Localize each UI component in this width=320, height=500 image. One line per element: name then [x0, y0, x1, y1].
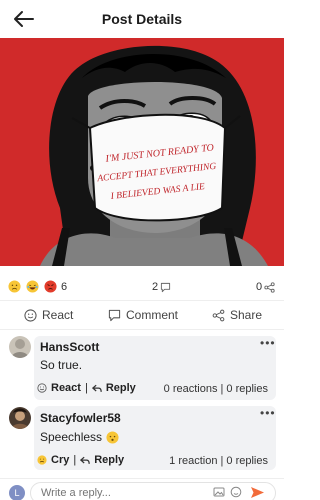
smiley-icon	[37, 383, 47, 393]
comment-bubble-icon	[161, 282, 171, 292]
shares-count-value: 0	[256, 281, 263, 293]
share-nodes-icon	[264, 281, 275, 293]
angry-emoji-icon	[44, 280, 57, 293]
comment-author[interactable]: Stacyfowler58	[40, 411, 121, 425]
comment-icon	[108, 309, 121, 321]
comment-reply-button[interactable]: Reply	[106, 382, 136, 394]
comment-author[interactable]: HansScott	[40, 340, 99, 354]
comment-label: Comment	[126, 308, 179, 322]
send-icon[interactable]	[250, 486, 265, 499]
header: Post Details	[0, 0, 284, 38]
reply-bar: L	[0, 478, 284, 500]
comment-text: Speechless	[40, 430, 103, 444]
comment-stats[interactable]: 0 reactions | 0 replies	[164, 383, 268, 395]
comment-card: HansScott So true. ••• React | Reply 0 r…	[34, 336, 276, 400]
separator: |	[73, 454, 77, 466]
image-icon[interactable]	[213, 486, 225, 498]
comment-actions: Cry | Reply	[37, 454, 124, 466]
comment-card: Stacyfowler58 Speechless ••• Cry | Reply…	[34, 406, 276, 470]
separator: |	[84, 382, 88, 394]
comments-count[interactable]: 2	[152, 281, 171, 293]
shares-count[interactable]: 0	[256, 281, 275, 293]
speechless-emoji-icon	[106, 430, 119, 444]
comment-body: Speechless	[40, 430, 119, 444]
reply-arrow-icon	[91, 384, 102, 392]
reply-arrow-icon	[80, 456, 90, 464]
sad-emoji-icon	[8, 280, 21, 293]
post-action-bar: React Comment Share	[0, 300, 284, 330]
laughing-emoji-icon	[26, 280, 39, 293]
smiley-icon	[24, 308, 37, 322]
reaction-summary: 6 2 0	[0, 280, 284, 300]
avatar[interactable]	[9, 407, 31, 429]
comment-stats[interactable]: 1 reaction | 0 replies	[169, 455, 268, 467]
share-icon	[212, 309, 225, 321]
more-options-icon[interactable]: •••	[260, 406, 276, 420]
share-label: Share	[230, 308, 263, 322]
share-button[interactable]: Share	[212, 308, 262, 322]
comment-text: So true.	[40, 358, 83, 372]
comments-count-value: 2	[152, 281, 159, 293]
react-button[interactable]: React	[24, 308, 73, 322]
comment-button[interactable]: Comment	[108, 308, 178, 322]
comment-react-button[interactable]: Cry	[51, 454, 69, 466]
more-options-icon[interactable]: •••	[260, 336, 276, 350]
reactions-count: 6	[61, 281, 68, 293]
comment-reply-button[interactable]: Reply	[94, 454, 124, 466]
react-label: React	[42, 308, 74, 322]
post-image[interactable]: I'M JUST NOT READY TO ACCEPT THAT EVERYT…	[0, 38, 284, 266]
cry-emoji-icon	[37, 455, 47, 465]
comment-react-button[interactable]: React	[51, 382, 81, 394]
current-user-avatar: L	[9, 485, 25, 500]
sticker-icon[interactable]	[230, 486, 242, 498]
avatar[interactable]	[9, 336, 31, 358]
page-title: Post Details	[101, 11, 183, 27]
comment-actions: React | Reply	[37, 382, 136, 394]
